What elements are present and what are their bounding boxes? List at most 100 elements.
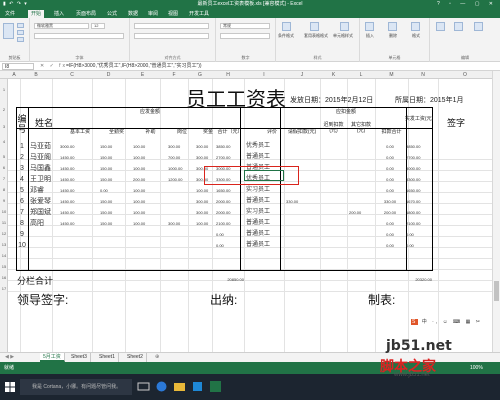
cell-total[interactable]: 1650.00	[216, 185, 242, 196]
cell-name[interactable]: 王卫明	[30, 174, 62, 185]
scroll-thumb[interactable]	[494, 281, 499, 301]
cell-empty-no[interactable]: 10	[16, 240, 28, 251]
tab-view[interactable]: 视图	[165, 10, 181, 18]
insert-cells-label[interactable]: 插入	[366, 33, 374, 39]
row-header-13[interactable]: 13	[0, 242, 8, 247]
row-header-16[interactable]: 16	[0, 275, 8, 280]
cell-eval[interactable]: 优秀员工	[246, 141, 286, 152]
cell-subsidy[interactable]: 100.00	[133, 163, 163, 174]
cell-actual[interactable]: 2100.00	[406, 218, 432, 229]
row-header-8[interactable]: 8	[0, 187, 8, 192]
cell-empty-dtotal[interactable]: 0.00	[375, 229, 405, 240]
format-as-table-icon[interactable]	[310, 22, 319, 31]
row-header-2[interactable]: 2	[0, 107, 8, 112]
sheet-tab-may[interactable]: 5月工资	[40, 353, 65, 362]
cell-eval[interactable]: 实习员工	[246, 207, 286, 218]
cell-total[interactable]: 2000.00	[216, 207, 242, 218]
cell-no[interactable]: 3	[16, 163, 28, 174]
edge-icon[interactable]	[155, 380, 168, 393]
col-header-f[interactable]: F	[160, 71, 188, 79]
format-painter-icon[interactable]	[17, 37, 24, 42]
col-header-o[interactable]: O	[438, 71, 492, 79]
cell-subsidy[interactable]: 200.00	[133, 174, 163, 185]
tab-insert[interactable]: 插入	[51, 10, 67, 18]
fx-icon[interactable]: ✕ ✓ fx	[40, 62, 67, 70]
cell-total[interactable]: 2100.00	[216, 218, 242, 229]
cell-post[interactable]: 1000.00	[168, 163, 194, 174]
col-header-c[interactable]: C	[52, 71, 92, 79]
cell-eval[interactable]: 实习员工	[246, 185, 286, 196]
col-header-i[interactable]: I	[244, 71, 284, 79]
cell-actual[interactable]: 3300.00	[406, 174, 432, 185]
paste-icon[interactable]	[3, 23, 14, 39]
sheet-tab-sheet1[interactable]: Sheet1	[96, 353, 119, 362]
cell-post[interactable]: 300.00	[168, 218, 194, 229]
cell-no[interactable]: 2	[16, 152, 28, 163]
col-header-e[interactable]: E	[125, 71, 160, 79]
cell-empty-dtotal[interactable]: 0.00	[375, 240, 405, 251]
row-header-5[interactable]: 5	[0, 154, 8, 159]
cell-post[interactable]: 1200.00	[168, 174, 194, 185]
cell-subsidy[interactable]: 100.00	[133, 196, 163, 207]
format-cells-icon[interactable]	[411, 22, 420, 31]
cell-subsidy[interactable]: 100.00	[133, 218, 163, 229]
font-style-buttons[interactable]	[34, 33, 124, 39]
cell-attend[interactable]: 150.00	[100, 152, 128, 163]
row-header-4[interactable]: 4	[0, 139, 8, 144]
cell-name[interactable]: 邓睿	[30, 185, 62, 196]
find-select-icon[interactable]	[474, 22, 483, 31]
cell-other[interactable]: 200.00	[349, 207, 375, 218]
align-bottom-buttons[interactable]	[134, 33, 209, 39]
tab-file[interactable]: 文件	[2, 10, 18, 18]
cell-base[interactable]: 1450.00	[60, 174, 94, 185]
cell-subsidy[interactable]: 100.00	[133, 185, 163, 196]
tab-developer[interactable]: 开发工具	[186, 10, 212, 18]
row-header-1[interactable]: 1	[0, 87, 8, 92]
cell-dtotal[interactable]: 200.00	[375, 207, 405, 218]
cell-attend[interactable]: 150.00	[100, 207, 128, 218]
cell-dtotal[interactable]: 0.00	[375, 141, 405, 152]
cell-empty-actual[interactable]: 0.00	[406, 229, 432, 240]
row-header-9[interactable]: 9	[0, 198, 8, 203]
formula-input[interactable]: =IF(H8>3000,"优秀员工",IF(H8>2000,"普通员工","实习…	[66, 62, 202, 70]
cell-bonus[interactable]: 100.00	[196, 185, 218, 196]
cell-eval[interactable]: 普通员工	[246, 152, 286, 163]
cell-no[interactable]: 1	[16, 141, 28, 152]
cell-name[interactable]: 高阳	[30, 218, 62, 229]
row-header-15[interactable]: 15	[0, 264, 8, 269]
cut-icon[interactable]	[17, 23, 24, 28]
cell-name[interactable]: 马国鑫	[30, 163, 62, 174]
cell-post[interactable]: 700.00	[168, 152, 194, 163]
cell-actual[interactable]: 1670.00	[406, 196, 432, 207]
row-header-3[interactable]: 3	[0, 124, 8, 129]
row-header-11[interactable]: 11	[0, 220, 8, 225]
excel-taskbar-icon[interactable]	[209, 380, 222, 393]
copy-icon[interactable]	[17, 30, 24, 35]
selected-cell[interactable]	[244, 170, 284, 181]
explorer-icon[interactable]	[173, 380, 186, 393]
col-header-m[interactable]: M	[375, 71, 408, 79]
cell-total[interactable]: 3850.00	[216, 141, 242, 152]
row-header-12[interactable]: 12	[0, 231, 8, 236]
cell-bonus[interactable]: 100.00	[196, 218, 218, 229]
store-icon[interactable]	[191, 380, 204, 393]
cell-empty-total[interactable]: 0.00	[216, 240, 242, 251]
add-sheet-icon[interactable]: ⊕	[152, 353, 162, 362]
cell-attend[interactable]: 0.00	[100, 185, 128, 196]
cell-bonus[interactable]: 300.00	[196, 141, 218, 152]
cell-eval[interactable]: 普通员工	[246, 218, 286, 229]
sheet-tab-sheet2[interactable]: Sheet2	[124, 353, 147, 362]
tab-data[interactable]: 数据	[125, 10, 141, 18]
tab-review[interactable]: 审阅	[145, 10, 161, 18]
cell-subsidy[interactable]: 100.00	[133, 152, 163, 163]
conditional-format-icon[interactable]	[282, 22, 291, 31]
font-size-select[interactable]: 12	[91, 23, 105, 29]
cell-actual[interactable]: 2700.00	[406, 152, 432, 163]
font-name-select[interactable]: 微软雅黑	[34, 23, 89, 29]
col-header-g[interactable]: G	[188, 71, 212, 79]
zoom-level[interactable]: 100%	[470, 362, 483, 374]
col-header-l[interactable]: L	[347, 71, 375, 79]
cell-total[interactable]: 2000.00	[216, 196, 242, 207]
cell-eval[interactable]: 普通员工	[246, 196, 286, 207]
cell-subsidy[interactable]: 100.00	[133, 207, 163, 218]
